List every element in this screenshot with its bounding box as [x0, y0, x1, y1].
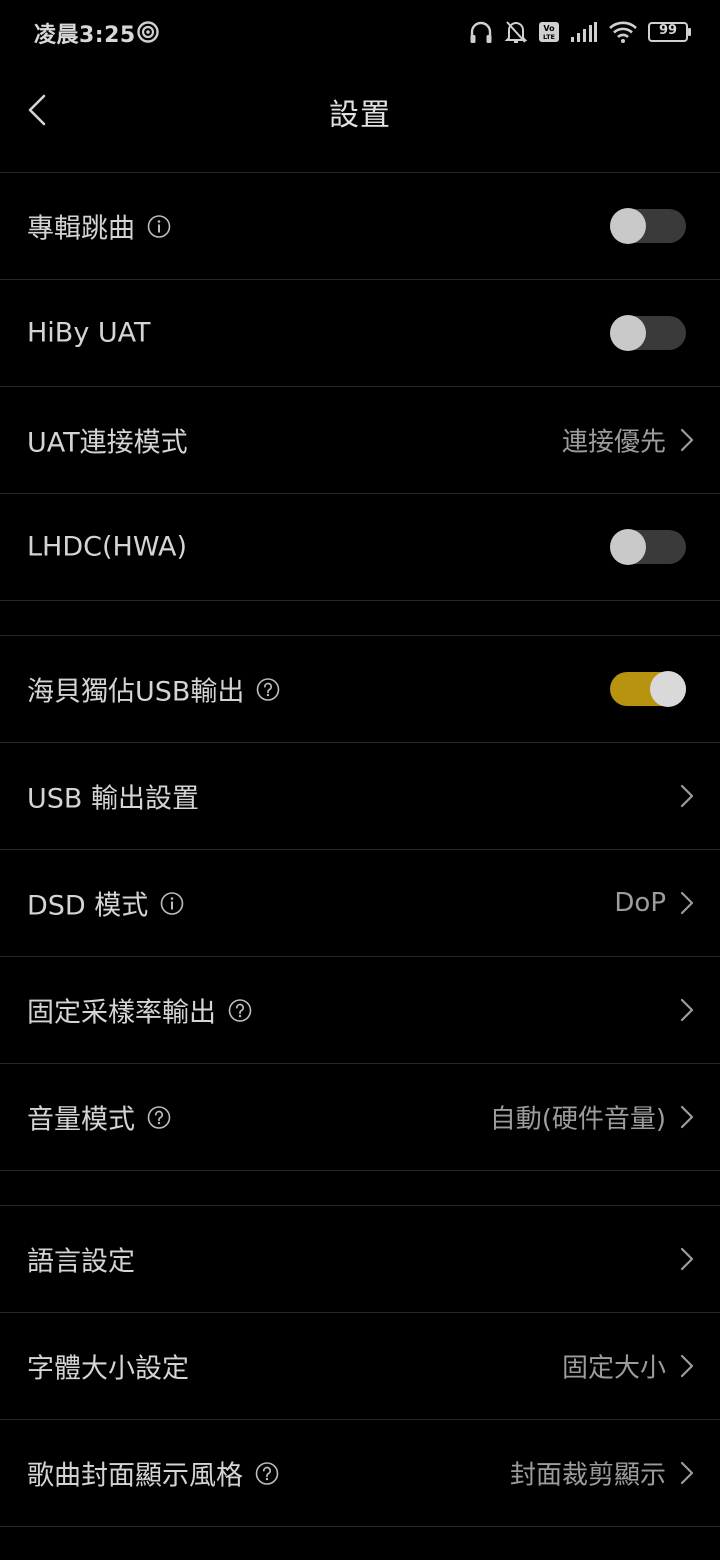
help-icon[interactable]	[256, 677, 280, 701]
setting-value: 連接優先	[561, 427, 666, 458]
svg-text:LTE: LTE	[543, 33, 555, 41]
toggle-knob	[610, 208, 646, 244]
chevron-right-icon	[680, 1354, 694, 1378]
help-icon[interactable]	[228, 998, 252, 1022]
setting-row-font-size[interactable]: 字體大小設定 固定大小	[0, 1313, 720, 1420]
notification-app-icon	[137, 21, 159, 43]
setting-label: 專輯跳曲	[27, 213, 135, 245]
toggle-knob	[610, 315, 646, 351]
setting-label: 固定采樣率輸出	[27, 997, 216, 1029]
setting-label: USB 輸出設置	[27, 783, 200, 815]
setting-label: 語言設定	[27, 1246, 135, 1278]
info-icon[interactable]	[147, 214, 171, 238]
settings-list: 專輯跳曲 HiBy UAT UAT連接模式 連接優先 LHDC(HWA) 海貝獨…	[0, 173, 720, 1527]
album-skip-toggle[interactable]	[610, 208, 686, 244]
wifi-icon	[609, 21, 637, 43]
setting-label: LHDC(HWA)	[27, 531, 188, 563]
setting-label: 歌曲封面顯示風格	[27, 1460, 243, 1492]
setting-label: DSD 模式	[27, 890, 149, 922]
section-divider	[0, 601, 720, 636]
chevron-right-icon	[680, 998, 694, 1022]
setting-row-language[interactable]: 語言設定	[0, 1206, 720, 1313]
chevron-right-icon	[680, 1247, 694, 1271]
bell-muted-icon	[504, 21, 528, 43]
setting-value: 自動(硬件音量)	[489, 1104, 666, 1135]
toggle-knob	[650, 671, 686, 707]
volte-icon: Vo LTE	[539, 22, 559, 42]
setting-row-album-skip[interactable]: 專輯跳曲	[0, 173, 720, 280]
chevron-right-icon	[680, 1105, 694, 1129]
chevron-right-icon	[680, 784, 694, 808]
help-icon[interactable]	[147, 1105, 171, 1129]
status-icons: Vo LTE 99	[468, 18, 692, 46]
app-header: 設置	[0, 64, 720, 172]
setting-value: 固定大小	[561, 1353, 666, 1384]
chevron-right-icon	[680, 428, 694, 452]
chevron-right-icon	[680, 891, 694, 915]
setting-row-cover-style[interactable]: 歌曲封面顯示風格 封面裁剪顯示	[0, 1420, 720, 1527]
setting-label: UAT連接模式	[27, 427, 188, 459]
setting-row-dsd-mode[interactable]: DSD 模式 DoP	[0, 850, 720, 957]
setting-row-uat-mode[interactable]: UAT連接模式 連接優先	[0, 387, 720, 494]
svg-text:Vo: Vo	[543, 24, 555, 33]
signal-icon	[571, 22, 597, 42]
status-bar: 凌晨3:25 Vo LTE 99	[0, 0, 720, 64]
setting-label: HiBy UAT	[27, 317, 151, 349]
usb-exclusive-toggle[interactable]	[610, 671, 686, 707]
status-time: 凌晨3:25	[34, 23, 136, 48]
lhdc-toggle[interactable]	[610, 529, 686, 565]
setting-row-lhdc[interactable]: LHDC(HWA)	[0, 494, 720, 601]
setting-label: 海貝獨佔USB輸出	[27, 676, 245, 708]
hiby-uat-toggle[interactable]	[610, 315, 686, 351]
info-icon[interactable]	[160, 891, 184, 915]
setting-row-hiby-uat[interactable]: HiBy UAT	[0, 280, 720, 387]
setting-label: 字體大小設定	[27, 1353, 189, 1385]
chevron-right-icon	[680, 1461, 694, 1485]
section-divider	[0, 1171, 720, 1206]
setting-value: DoP	[614, 888, 666, 918]
setting-row-volume-mode[interactable]: 音量模式 自動(硬件音量)	[0, 1064, 720, 1171]
help-icon[interactable]	[255, 1461, 279, 1485]
setting-row-usb-output[interactable]: USB 輸出設置	[0, 743, 720, 850]
page-title: 設置	[329, 98, 391, 133]
setting-row-fixed-rate[interactable]: 固定采樣率輸出	[0, 957, 720, 1064]
toggle-knob	[610, 529, 646, 565]
setting-value: 封面裁剪顯示	[509, 1460, 666, 1491]
setting-label: 音量模式	[27, 1104, 135, 1136]
battery-icon: 99	[648, 21, 692, 43]
setting-row-usb-exclusive[interactable]: 海貝獨佔USB輸出	[0, 636, 720, 743]
headphones-icon	[470, 21, 492, 43]
battery-level: 99	[658, 23, 678, 38]
